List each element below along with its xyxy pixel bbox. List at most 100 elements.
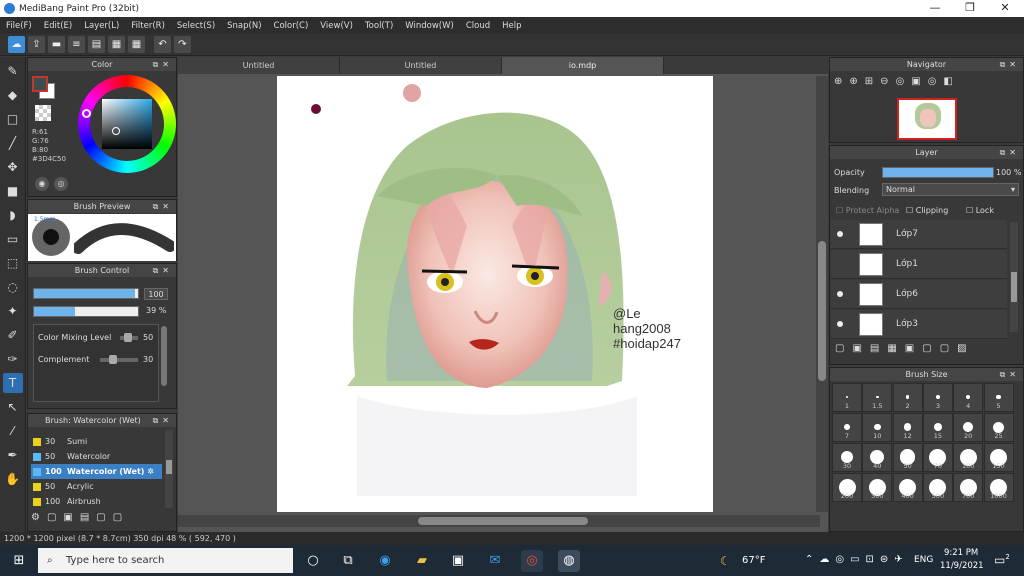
foreground-color-swatch[interactable] xyxy=(32,76,48,92)
page-icon[interactable]: ▤ xyxy=(88,36,105,53)
chrome-icon[interactable]: ◎ xyxy=(521,550,543,572)
complement-slider[interactable] xyxy=(100,355,138,364)
menu-window[interactable]: Window(W) xyxy=(405,21,454,31)
eye-icon[interactable] xyxy=(837,291,843,297)
menu-help[interactable]: Help xyxy=(502,21,521,31)
brush-item-watercolor[interactable]: 50 Watercolor xyxy=(31,449,162,464)
eraser-tool-icon[interactable]: ◆ xyxy=(3,85,23,105)
operation-tool-icon[interactable]: ↖ xyxy=(3,397,23,417)
fill-shape-icon[interactable]: ■ xyxy=(3,181,23,201)
brush-size-option[interactable]: 15 xyxy=(922,413,953,442)
brush-size-option[interactable]: 300 xyxy=(862,473,893,502)
store-icon[interactable]: ▣ xyxy=(447,550,469,572)
panel-controls-icon[interactable]: ⧉✕ xyxy=(1000,146,1020,159)
system-tray-icons[interactable]: ⌃☁◎▭⊡⊜✈ xyxy=(805,554,909,565)
horizontal-scrollbar[interactable] xyxy=(178,515,820,527)
brush-item-sumi[interactable]: 30 Sumi xyxy=(31,434,162,449)
navigator-thumbnail[interactable] xyxy=(897,98,957,140)
brush-size-option[interactable]: 10 xyxy=(862,413,893,442)
tab-untitled-1[interactable]: Untitled xyxy=(178,57,340,74)
vertical-scrollbar[interactable] xyxy=(816,76,828,512)
notification-icon[interactable]: ▭2 xyxy=(994,553,1010,567)
text-tool-icon[interactable]: T xyxy=(2,373,23,393)
cortana-icon[interactable]: ○ xyxy=(302,550,324,572)
brush-list-actions-icon[interactable]: ⚙▢▣▤▢▢ xyxy=(31,512,129,523)
magic-wand-icon[interactable]: ✦ xyxy=(3,301,23,321)
line-tool-icon[interactable]: ╱ xyxy=(3,133,23,153)
protect-alpha-checkbox[interactable]: ☐ Protect Alpha xyxy=(836,206,899,215)
zoom-controls-icon[interactable]: ⊕⊕⊞⊖◎▣◎◧ xyxy=(834,76,960,87)
file-explorer-icon[interactable]: ▰ xyxy=(411,550,433,572)
brush-size-option[interactable]: 30 xyxy=(832,443,862,472)
windows-start-icon[interactable]: ⊞ xyxy=(8,550,30,572)
brush-size-option[interactable]: 200 xyxy=(832,473,862,502)
pen-tool-icon[interactable]: ✒ xyxy=(3,445,23,465)
select-tool-icon[interactable]: ⬚ xyxy=(3,253,23,273)
mail-icon[interactable]: ✉ xyxy=(484,550,506,572)
panel-controls-icon[interactable]: ⧉✕ xyxy=(1000,58,1020,71)
brush-size-option[interactable]: 70 xyxy=(922,443,953,472)
panel-controls-icon[interactable]: ⧉✕ xyxy=(153,200,173,213)
hue-wheel[interactable] xyxy=(78,75,176,173)
move-tool-icon[interactable]: ✥ xyxy=(3,157,23,177)
layer-actions-icon[interactable]: ▢▣▤▦▣▢▢▨ xyxy=(835,343,975,354)
brush-item-airbrush[interactable]: 100 Airbrush xyxy=(31,494,162,509)
brush-size-option[interactable]: 5 xyxy=(983,383,1014,412)
clock-time[interactable]: 9:21 PM xyxy=(944,548,978,558)
medibang-icon[interactable]: ◍ xyxy=(558,550,580,572)
menu-tool[interactable]: Tool(T) xyxy=(365,21,393,31)
clock-date[interactable]: 11/9/2021 xyxy=(940,561,984,571)
select-pen-icon[interactable]: ✐ xyxy=(3,325,23,345)
menu-select[interactable]: Select(S) xyxy=(177,21,215,31)
menu-filter[interactable]: Filter(R) xyxy=(131,21,165,31)
select-eraser-icon[interactable]: ✑ xyxy=(3,349,23,369)
brush-size-option[interactable]: 25 xyxy=(983,413,1014,442)
gradient-tool-icon[interactable]: ▭ xyxy=(3,229,23,249)
brush-size-slider[interactable] xyxy=(33,288,139,299)
brush-size-option[interactable]: 12 xyxy=(892,413,923,442)
brush-size-option[interactable]: 100 xyxy=(953,443,984,472)
brush-size-option[interactable]: 1000 xyxy=(983,473,1014,502)
layer-row[interactable]: Lớp3 xyxy=(831,310,1007,339)
layer-opacity-slider[interactable] xyxy=(882,167,994,178)
menu-layer[interactable]: Layer(L) xyxy=(84,21,119,31)
layer-row[interactable]: Lớp1 xyxy=(831,250,1007,279)
brush-tool-icon[interactable]: ✎ xyxy=(3,61,23,81)
menu-snap[interactable]: Snap(N) xyxy=(227,21,261,31)
menu-edit[interactable]: Edit(E) xyxy=(44,21,72,31)
blending-select[interactable]: Normal ▾ xyxy=(882,183,1019,196)
cloud-icon[interactable]: ☁ xyxy=(8,36,25,53)
menu-file[interactable]: File(F) xyxy=(6,21,32,31)
brush-size-option[interactable]: 150 xyxy=(983,443,1014,472)
brush-list-scrollbar[interactable] xyxy=(165,430,173,508)
taskbar-search-input[interactable]: ⌕ Type here to search xyxy=(38,548,293,573)
layer-row[interactable]: Lớp6 xyxy=(831,280,1007,309)
redo-icon[interactable]: ↷ xyxy=(174,36,191,53)
color-mixing-slider[interactable] xyxy=(120,333,138,342)
brush-size-option[interactable]: 4 xyxy=(953,383,984,412)
panel-controls-icon[interactable]: ⧉✕ xyxy=(1000,368,1020,381)
brush-size-option[interactable]: 40 xyxy=(862,443,893,472)
menu-color[interactable]: Color(C) xyxy=(274,21,309,31)
brush-size-value[interactable]: 100 xyxy=(144,288,168,300)
manage-icon[interactable]: ▦ xyxy=(108,36,125,53)
palette-icon[interactable]: ◉ xyxy=(35,177,49,191)
bucket-tool-icon[interactable]: ◗ xyxy=(3,205,23,225)
brush-size-option[interactable]: 500 xyxy=(922,473,953,502)
language-indicator[interactable]: ENG xyxy=(914,555,933,565)
transparent-swatch[interactable] xyxy=(35,105,51,121)
lasso-tool-icon[interactable]: ◌ xyxy=(3,277,23,297)
brush-size-option[interactable]: 1 xyxy=(832,383,862,412)
comment-icon[interactable]: ▬ xyxy=(48,36,65,53)
settings-icon[interactable]: ✲ xyxy=(144,467,154,476)
eye-icon[interactable] xyxy=(837,231,843,237)
minimize-button[interactable]: — xyxy=(918,0,952,17)
grid-icon[interactable]: ▦ xyxy=(128,36,145,53)
brush-size-option[interactable]: 20 xyxy=(953,413,984,442)
undo-icon[interactable]: ↶ xyxy=(154,36,171,53)
hue-cursor[interactable] xyxy=(82,109,91,118)
brush-size-option[interactable]: 400 xyxy=(892,473,923,502)
saturation-square[interactable] xyxy=(102,99,152,149)
comment-list-icon[interactable]: ≡ xyxy=(68,36,85,53)
share-icon[interactable]: ⇪ xyxy=(28,36,45,53)
